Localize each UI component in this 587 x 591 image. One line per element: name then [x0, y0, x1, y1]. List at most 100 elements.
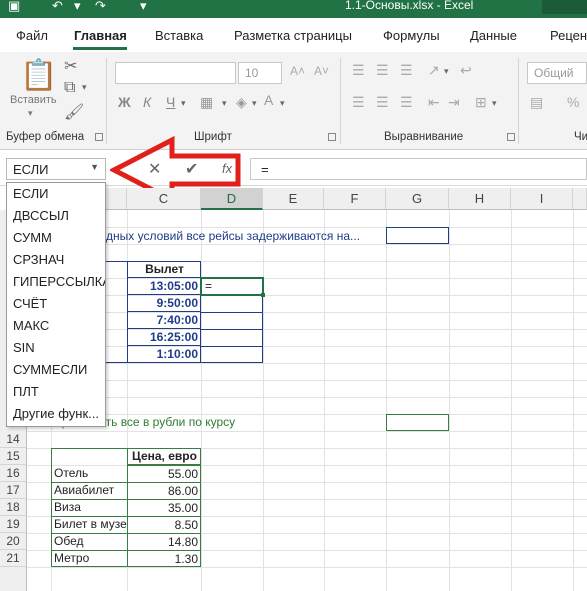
- column-header-d[interactable]: D: [201, 188, 263, 210]
- paste-icon[interactable]: 📋: [20, 58, 57, 93]
- underline-button[interactable]: Ч: [166, 94, 175, 110]
- save-icon[interactable]: ▣: [8, 0, 20, 14]
- price-header: Цена, евро: [127, 448, 201, 465]
- function-option-indirect[interactable]: ДВССЫЛ: [7, 205, 105, 227]
- customize-toolbar-icon[interactable]: ▾: [140, 0, 147, 14]
- shrink-font-icon[interactable]: A˅: [314, 64, 329, 78]
- copy-dropdown-icon[interactable]: ▾: [82, 82, 87, 93]
- borders-dropdown-icon[interactable]: ▾: [222, 98, 227, 109]
- row-header-18[interactable]: 18: [0, 499, 27, 516]
- item-name: Обед: [54, 534, 84, 548]
- alignment-launcher-icon[interactable]: [507, 133, 515, 141]
- task-text-delay: дных условий все рейсы задерживаются на.…: [106, 229, 361, 243]
- function-option-count[interactable]: СЧЁТ: [7, 293, 105, 315]
- percent-icon[interactable]: %: [567, 94, 579, 110]
- function-option-sum[interactable]: СУММ: [7, 227, 105, 249]
- font-launcher-icon[interactable]: [328, 133, 336, 141]
- font-size-combo[interactable]: 10: [238, 62, 282, 84]
- row-header-14[interactable]: 14: [0, 431, 27, 448]
- fill-handle[interactable]: [261, 293, 265, 297]
- align-right-icon[interactable]: ☰: [400, 94, 413, 111]
- fill-color-icon[interactable]: ◈: [236, 94, 247, 111]
- name-box[interactable]: ЕСЛИ ▼: [6, 158, 106, 180]
- decrease-indent-icon[interactable]: ⇤: [428, 94, 440, 111]
- tab-page-layout[interactable]: Разметка страницы: [234, 28, 352, 43]
- function-option-sin[interactable]: SIN: [7, 337, 105, 359]
- ribbon: 📋 Вставить ▾ ✂ ⧉ ▾ 🖌 Буфер обмена 10 A˄ …: [0, 52, 587, 150]
- orientation-icon[interactable]: ↗: [428, 62, 440, 79]
- undo-icon[interactable]: ↶: [52, 0, 63, 14]
- wrap-text-icon[interactable]: ↩: [460, 62, 472, 79]
- grow-font-icon[interactable]: A˄: [290, 64, 305, 78]
- function-dropdown[interactable]: ЕСЛИ ДВССЫЛ СУММ СРЗНАЧ ГИПЕРССЫЛКА СЧЁТ…: [6, 182, 106, 427]
- account-area[interactable]: [542, 0, 587, 14]
- row-header-15[interactable]: 15: [0, 448, 27, 465]
- row-header-16[interactable]: 16: [0, 465, 27, 482]
- paste-dropdown-icon[interactable]: ▾: [28, 108, 33, 119]
- departure-time: 7:40:00: [127, 312, 201, 329]
- italic-button[interactable]: К: [143, 94, 151, 110]
- column-header-c[interactable]: C: [127, 188, 201, 210]
- item-price: 8.50: [127, 516, 201, 533]
- borders-icon[interactable]: ▦: [200, 94, 213, 111]
- bold-button[interactable]: Ж: [118, 94, 131, 110]
- column-header-f[interactable]: F: [324, 188, 386, 210]
- copy-icon[interactable]: ⧉: [64, 79, 75, 97]
- fill-dropdown-icon[interactable]: ▾: [252, 98, 257, 109]
- function-option-sumif[interactable]: СУММЕСЛИ: [7, 359, 105, 381]
- name-box-value: ЕСЛИ: [13, 162, 49, 177]
- align-bottom-icon[interactable]: ☰: [400, 62, 413, 79]
- function-option-max[interactable]: МАКС: [7, 315, 105, 337]
- font-color-dropdown-icon[interactable]: ▾: [280, 98, 285, 109]
- merge-dropdown-icon[interactable]: ▾: [492, 98, 497, 109]
- align-middle-icon[interactable]: ☰: [376, 62, 389, 79]
- underline-dropdown-icon[interactable]: ▾: [181, 98, 186, 109]
- active-cell[interactable]: =: [200, 277, 264, 296]
- format-painter-icon[interactable]: 🖌: [64, 102, 84, 122]
- function-option-average[interactable]: СРЗНАЧ: [7, 249, 105, 271]
- answer-box-g13[interactable]: [386, 414, 449, 431]
- font-name-combo[interactable]: [115, 62, 236, 84]
- font-color-icon[interactable]: A: [264, 92, 273, 108]
- tab-formulas[interactable]: Формулы: [383, 28, 440, 43]
- row-header-20[interactable]: 20: [0, 533, 27, 550]
- tab-home[interactable]: Главная: [74, 28, 127, 43]
- function-option-if[interactable]: ЕСЛИ: [7, 183, 105, 205]
- number-format-combo[interactable]: Общий: [527, 62, 587, 84]
- align-left-icon[interactable]: ☰: [352, 94, 365, 111]
- row-header-17[interactable]: 17: [0, 482, 27, 499]
- clipboard-launcher-icon[interactable]: [95, 133, 103, 141]
- item-price: 35.00: [127, 499, 201, 516]
- function-option-more[interactable]: Другие функ...: [7, 403, 105, 425]
- redo-icon[interactable]: ↷: [95, 0, 106, 14]
- group-alignment-label: Выравнивание: [384, 131, 464, 143]
- answer-box-g[interactable]: [386, 227, 449, 244]
- cut-icon[interactable]: ✂: [64, 56, 77, 76]
- merge-cells-icon[interactable]: ⊞: [475, 94, 487, 111]
- formula-input[interactable]: =: [250, 158, 587, 180]
- currency-icon[interactable]: ▤: [530, 94, 543, 111]
- row-header-19[interactable]: 19: [0, 516, 27, 533]
- increase-indent-icon[interactable]: ⇥: [448, 94, 460, 111]
- tab-data[interactable]: Данные: [470, 28, 517, 43]
- name-box-dropdown-icon[interactable]: ▼: [90, 162, 99, 172]
- function-option-hyperlink[interactable]: ГИПЕРССЫЛКА: [7, 271, 105, 293]
- align-center-icon[interactable]: ☰: [376, 94, 389, 111]
- orientation-dropdown-icon[interactable]: ▾: [444, 66, 449, 77]
- tab-insert[interactable]: Вставка: [155, 28, 203, 43]
- departure-time: 13:05:00: [127, 278, 201, 295]
- tab-review[interactable]: Рецен: [550, 28, 587, 43]
- departure-time: 9:50:00: [127, 295, 201, 312]
- column-header-i[interactable]: I: [511, 188, 573, 210]
- row-header-21[interactable]: 21: [0, 550, 27, 567]
- align-top-icon[interactable]: ☰: [352, 62, 365, 79]
- active-tab-indicator: [73, 47, 127, 50]
- tab-file[interactable]: Файл: [16, 28, 48, 43]
- window-title: 1.1-Основы.xlsx - Excel: [345, 0, 474, 12]
- paste-label[interactable]: Вставить: [10, 94, 57, 106]
- column-header-g[interactable]: G: [386, 188, 449, 210]
- function-option-pmt[interactable]: ПЛТ: [7, 381, 105, 403]
- column-header-e[interactable]: E: [263, 188, 324, 210]
- column-header-h[interactable]: H: [449, 188, 511, 210]
- undo-dropdown-icon[interactable]: ▾: [74, 0, 81, 14]
